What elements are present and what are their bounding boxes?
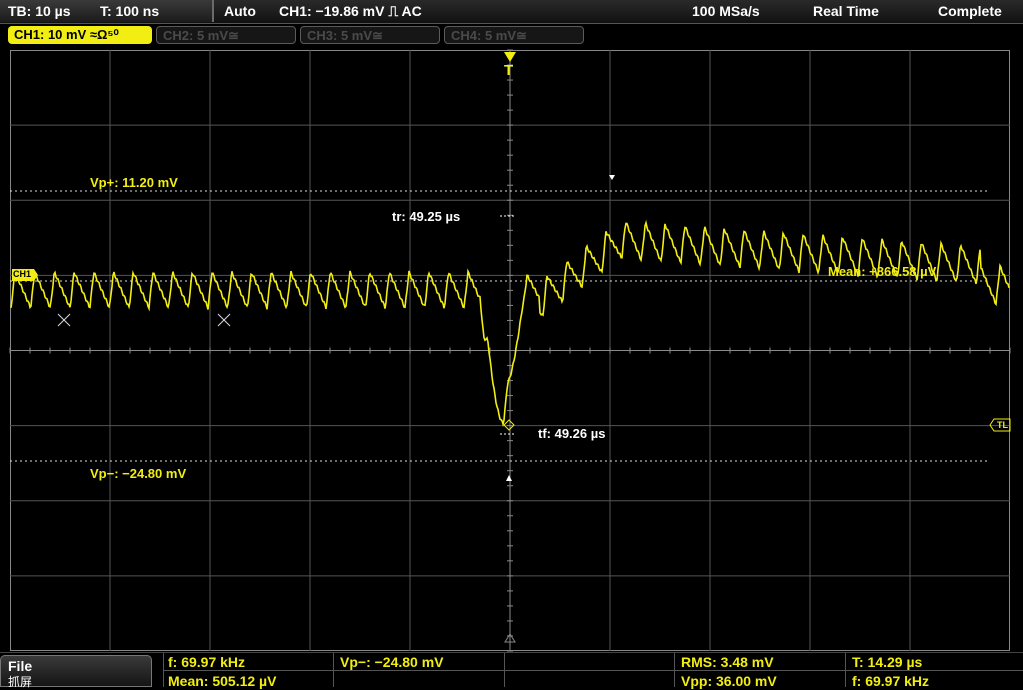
file-button[interactable]: File 抓屏 — [0, 655, 152, 689]
cursor-cross-icons — [57, 313, 231, 327]
file-button-sublabel: 抓屏 — [8, 675, 33, 689]
measure-rms[interactable]: RMS: 3.48 mV — [681, 654, 774, 670]
measure-period[interactable]: T: 14.29 µs — [852, 654, 922, 670]
file-button-label: File — [8, 658, 33, 674]
ch1-marker-label: CH1 — [13, 269, 32, 279]
cursor-lines — [10, 190, 988, 462]
vp-minus-marker-icon — [506, 475, 512, 481]
vp-minus-readout: Vp−: −24.80 mV — [90, 466, 187, 481]
rise-time-readout: tr: 49.25 µs — [392, 209, 461, 224]
graticule — [9, 49, 1011, 652]
tf-marker-icon — [503, 419, 515, 431]
waveform-svg — [9, 49, 1011, 652]
vp-plus-readout: Vp+: 11.20 mV — [90, 175, 178, 190]
trigger-marker-label: T — [504, 62, 514, 79]
mean-readout: Mean: +866.58 µV — [828, 264, 937, 279]
tl-marker-label: TL — [997, 420, 1008, 430]
measure-vp-minus[interactable]: Vp−: −24.80 mV — [340, 654, 444, 670]
trigger-arrow-icon[interactable] — [504, 52, 516, 62]
fall-time-readout: tf: 49.26 µs — [538, 426, 606, 441]
measure-frequency-1[interactable]: f: 69.97 kHz — [168, 654, 245, 670]
